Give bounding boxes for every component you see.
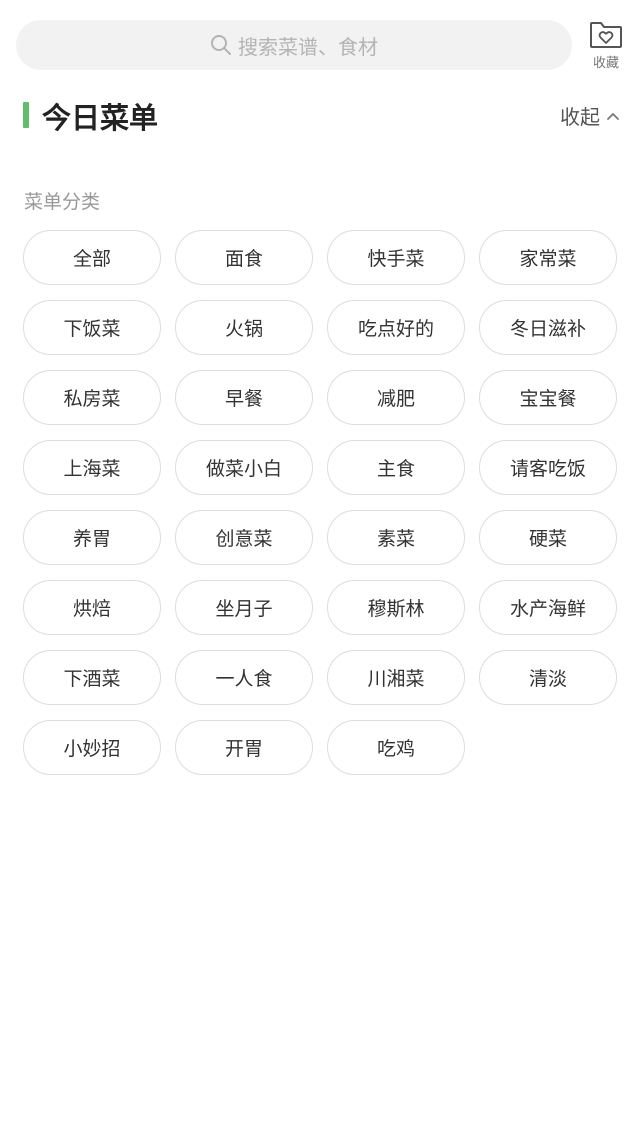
category-pill[interactable]: 快手菜 [327, 230, 465, 285]
category-pill[interactable]: 做菜小白 [175, 440, 313, 495]
category-pill[interactable]: 创意菜 [175, 510, 313, 565]
category-pill[interactable]: 减肥 [327, 370, 465, 425]
today-menu-header: 今日菜单 收起 [0, 92, 640, 138]
category-pill[interactable]: 家常菜 [479, 230, 617, 285]
category-pill[interactable]: 火锅 [175, 300, 313, 355]
category-pill[interactable]: 烘焙 [23, 580, 161, 635]
category-pill[interactable]: 清淡 [479, 650, 617, 705]
category-pill[interactable]: 冬日滋补 [479, 300, 617, 355]
top-bar: 搜索菜谱、食材 收藏 [0, 0, 640, 90]
category-pill[interactable]: 上海菜 [23, 440, 161, 495]
category-pill[interactable]: 坐月子 [175, 580, 313, 635]
category-pill[interactable]: 下饭菜 [23, 300, 161, 355]
category-pill[interactable]: 养胃 [23, 510, 161, 565]
category-pill[interactable]: 主食 [327, 440, 465, 495]
category-section-label: 菜单分类 [24, 191, 101, 213]
chevron-up-icon [606, 108, 620, 122]
category-pill[interactable]: 早餐 [175, 370, 313, 425]
category-pill[interactable]: 请客吃饭 [479, 440, 617, 495]
search-placeholder: 搜索菜谱、食材 [238, 34, 378, 59]
category-pill[interactable]: 吃点好的 [327, 300, 465, 355]
search-input[interactable]: 搜索菜谱、食材 [16, 20, 572, 70]
page-title: 今日菜单 [42, 101, 159, 135]
folder-heart-icon [588, 18, 624, 50]
category-pill[interactable]: 私房菜 [23, 370, 161, 425]
category-pill[interactable]: 小妙招 [23, 720, 161, 775]
category-pill[interactable]: 面食 [175, 230, 313, 285]
collapse-button[interactable]: 收起 [560, 100, 620, 130]
category-pill[interactable]: 硬菜 [479, 510, 617, 565]
favorites-label: 收藏 [592, 56, 619, 71]
category-pill[interactable]: 一人食 [175, 650, 313, 705]
accent-bar [23, 102, 29, 128]
category-pill[interactable]: 下酒菜 [23, 650, 161, 705]
favorites-button[interactable]: 收藏 [584, 18, 628, 72]
category-pill[interactable]: 川湘菜 [327, 650, 465, 705]
category-pill[interactable]: 水产海鲜 [479, 580, 617, 635]
category-pill[interactable]: 素菜 [327, 510, 465, 565]
category-pill[interactable]: 吃鸡 [327, 720, 465, 775]
category-pill[interactable]: 穆斯林 [327, 580, 465, 635]
category-pill[interactable]: 全部 [23, 230, 161, 285]
category-pill[interactable]: 开胃 [175, 720, 313, 775]
category-grid: 全部 面食 快手菜 家常菜 下饭菜 火锅 吃点好的 冬日滋补 私房菜 早餐 减肥… [23, 230, 618, 775]
category-pill[interactable]: 宝宝餐 [479, 370, 617, 425]
search-icon [210, 34, 232, 56]
collapse-label: 收起 [560, 104, 600, 129]
